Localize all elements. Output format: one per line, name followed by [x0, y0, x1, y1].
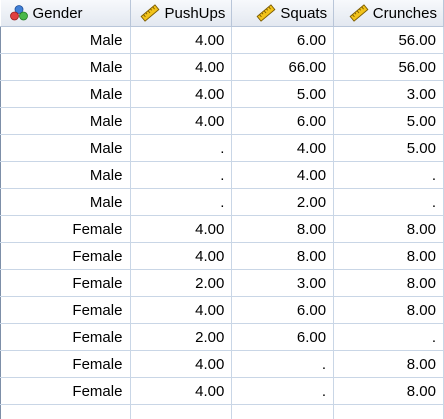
cell-gender[interactable]: Male [0, 80, 132, 108]
cell-crunches[interactable]: 5.00 [333, 134, 444, 162]
cell-crunches[interactable]: . [333, 161, 444, 189]
column-header-pushups[interactable]: PushUps [130, 0, 233, 27]
cell-crunches[interactable]: 8.00 [333, 350, 444, 378]
cell-crunches[interactable]: 3.00 [333, 80, 444, 108]
cell-pushups[interactable]: 2.00 [130, 323, 233, 351]
cell-squats[interactable]: 8.00 [231, 242, 335, 270]
table-row: Male 4.00 6.00 5.00 [0, 107, 444, 135]
cell-crunches[interactable]: 56.00 [333, 53, 444, 81]
column-header-label: Gender [32, 4, 83, 22]
cell-pushups[interactable]: 4.00 [130, 350, 233, 378]
table-row: Male 4.00 6.00 56.00 [0, 26, 444, 54]
cell-pushups[interactable]: . [130, 188, 233, 216]
cell-gender[interactable]: Male [0, 26, 132, 54]
cell-squats[interactable]: 6.00 [231, 323, 335, 351]
table-row: Female 4.00 . 8.00 [0, 377, 444, 405]
header-row: Gender PushUps Squats Crunches [0, 0, 444, 27]
cell-gender[interactable]: Female [0, 269, 132, 297]
column-header-crunches[interactable]: Crunches [333, 0, 444, 27]
column-header-label: PushUps [164, 4, 226, 22]
cell-squats[interactable]: 66.00 [231, 53, 335, 81]
cell-squats[interactable]: 6.00 [231, 296, 335, 324]
table-row: Female 4.00 8.00 8.00 [0, 242, 444, 270]
column-header-gender[interactable]: Gender [0, 0, 132, 27]
scale-measure-icon [349, 4, 369, 22]
cell-crunches[interactable]: . [333, 323, 444, 351]
column-header-label: Squats [280, 4, 328, 22]
cell-squats[interactable]: . [231, 377, 335, 405]
table-row: Female 4.00 8.00 8.00 [0, 215, 444, 243]
cell-gender[interactable]: Female [0, 215, 132, 243]
cell-pushups[interactable]: . [130, 161, 233, 189]
cell-crunches[interactable]: 8.00 [333, 269, 444, 297]
cell-squats[interactable]: 4.00 [231, 134, 335, 162]
table-row: Female 4.00 6.00 8.00 [0, 296, 444, 324]
table-row: Male 4.00 5.00 3.00 [0, 80, 444, 108]
cell-pushups[interactable]: 4.00 [130, 296, 233, 324]
cell-crunches[interactable]: . [333, 188, 444, 216]
table-row: Male . 4.00 5.00 [0, 134, 444, 162]
data-table: Gender PushUps Squats Crunches Male 4.00… [0, 0, 444, 419]
cell-squats[interactable] [231, 404, 335, 419]
cell-squats[interactable]: . [231, 350, 335, 378]
cell-pushups[interactable]: . [130, 134, 233, 162]
cell-crunches[interactable]: 56.00 [333, 26, 444, 54]
nominal-measure-icon [9, 4, 29, 22]
column-header-squats[interactable]: Squats [231, 0, 335, 27]
cell-crunches[interactable]: 8.00 [333, 242, 444, 270]
cell-pushups[interactable]: 4.00 [130, 80, 233, 108]
cell-gender[interactable]: Female [0, 296, 132, 324]
cell-pushups[interactable]: 4.00 [130, 26, 233, 54]
cell-gender[interactable]: Male [0, 53, 132, 81]
table-row: Female 2.00 3.00 8.00 [0, 269, 444, 297]
table-row: Female 4.00 . 8.00 [0, 350, 444, 378]
cell-gender[interactable]: Female [0, 242, 132, 270]
cell-pushups[interactable]: 4.00 [130, 242, 233, 270]
cell-pushups[interactable]: 2.00 [130, 269, 233, 297]
cell-squats[interactable]: 2.00 [231, 188, 335, 216]
scale-measure-icon [256, 4, 276, 22]
table-row: Male . 2.00 . [0, 188, 444, 216]
table-row: Male . 4.00 . [0, 161, 444, 189]
cell-gender[interactable]: Male [0, 134, 132, 162]
data-view-grid[interactable]: Gender PushUps Squats Crunches Male 4.00… [0, 0, 444, 419]
cell-crunches[interactable]: 8.00 [333, 215, 444, 243]
cell-squats[interactable]: 8.00 [231, 215, 335, 243]
table-row: Female 2.00 6.00 . [0, 323, 444, 351]
cell-gender[interactable]: Female [0, 377, 132, 405]
cell-crunches[interactable]: 5.00 [333, 107, 444, 135]
cell-gender[interactable] [0, 404, 132, 419]
cell-gender[interactable]: Female [0, 350, 132, 378]
scale-measure-icon [140, 4, 160, 22]
cell-pushups[interactable]: 4.00 [130, 53, 233, 81]
cell-pushups[interactable]: 4.00 [130, 377, 233, 405]
cell-pushups[interactable]: 4.00 [130, 215, 233, 243]
cell-squats[interactable]: 6.00 [231, 107, 335, 135]
cell-gender[interactable]: Male [0, 107, 132, 135]
cell-pushups[interactable]: 4.00 [130, 107, 233, 135]
cell-gender[interactable]: Male [0, 161, 132, 189]
table-row [0, 404, 444, 419]
cell-squats[interactable]: 5.00 [231, 80, 335, 108]
cell-crunches[interactable]: 8.00 [333, 377, 444, 405]
cell-squats[interactable]: 4.00 [231, 161, 335, 189]
cell-gender[interactable]: Male [0, 188, 132, 216]
column-header-label: Crunches [372, 4, 437, 22]
cell-squats[interactable]: 6.00 [231, 26, 335, 54]
table-row: Male 4.00 66.00 56.00 [0, 53, 444, 81]
cell-crunches[interactable] [333, 404, 444, 419]
cell-gender[interactable]: Female [0, 323, 132, 351]
cell-squats[interactable]: 3.00 [231, 269, 335, 297]
cell-crunches[interactable]: 8.00 [333, 296, 444, 324]
cell-pushups[interactable] [130, 404, 233, 419]
